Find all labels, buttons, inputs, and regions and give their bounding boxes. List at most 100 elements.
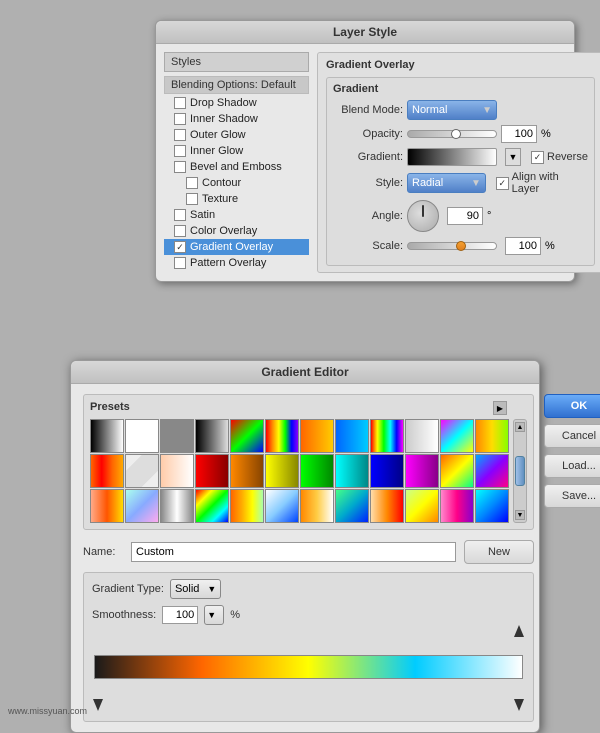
preset-item-14[interactable] <box>160 454 194 488</box>
preset-item-20[interactable] <box>370 454 404 488</box>
outer-glow-item[interactable]: Outer Glow <box>164 127 309 143</box>
ge-load-button[interactable]: Load... <box>544 454 600 478</box>
ge-new-button[interactable]: New <box>464 540 534 564</box>
preset-item-8[interactable] <box>370 419 404 453</box>
texture-item[interactable]: Texture <box>164 191 309 207</box>
preset-item-34[interactable] <box>440 489 474 523</box>
ge-expand-arrow[interactable]: ▶ <box>493 401 507 415</box>
ge-gradient-bar[interactable] <box>94 655 523 679</box>
preset-item-0[interactable] <box>90 419 124 453</box>
gradient-preview[interactable] <box>407 148 497 166</box>
color-overlay-item[interactable]: Color Overlay <box>164 223 309 239</box>
angle-label: Angle: <box>333 210 403 222</box>
preset-item-10[interactable] <box>440 419 474 453</box>
preset-item-3[interactable] <box>195 419 229 453</box>
ge-save-button[interactable]: Save... <box>544 484 600 508</box>
ge-scrollbar[interactable]: ▲ ▼ <box>513 419 527 523</box>
scroll-thumb[interactable] <box>515 456 525 486</box>
style-select[interactable]: Radial ▼ <box>407 173 486 193</box>
scale-thumb[interactable] <box>456 241 466 251</box>
preset-item-16[interactable] <box>230 454 264 488</box>
preset-item-21[interactable] <box>405 454 439 488</box>
preset-item-35[interactable] <box>475 489 509 523</box>
scroll-up-arrow[interactable]: ▲ <box>515 422 525 432</box>
inner-shadow-item[interactable]: Inner Shadow <box>164 111 309 127</box>
angle-dial[interactable] <box>407 200 439 232</box>
preset-item-13[interactable] <box>125 454 159 488</box>
texture-checkbox[interactable] <box>186 193 198 205</box>
inner-shadow-checkbox[interactable] <box>174 113 186 125</box>
scale-input[interactable] <box>505 237 541 255</box>
ge-smoothness-unit: % <box>230 609 240 621</box>
blending-options-item[interactable]: Blending Options: Default <box>164 76 309 94</box>
gradient-dropdown-arrow[interactable]: ▼ <box>505 148 521 166</box>
pattern-overlay-item[interactable]: Pattern Overlay <box>164 255 309 271</box>
opacity-thumb[interactable] <box>451 129 461 139</box>
satin-checkbox[interactable] <box>174 209 186 221</box>
preset-item-9[interactable] <box>405 419 439 453</box>
preset-item-2[interactable] <box>160 419 194 453</box>
preset-item-28[interactable] <box>230 489 264 523</box>
ge-type-select[interactable]: Solid ▼ <box>170 579 221 599</box>
color-overlay-checkbox[interactable] <box>174 225 186 237</box>
blend-mode-row: Blend Mode: Normal ▼ <box>333 100 588 120</box>
ge-stop-left[interactable] <box>93 699 103 711</box>
preset-item-19[interactable] <box>335 454 369 488</box>
opacity-input[interactable] <box>501 125 537 143</box>
satin-item[interactable]: Satin <box>164 207 309 223</box>
inner-glow-item[interactable]: Inner Glow <box>164 143 309 159</box>
preset-item-12[interactable] <box>90 454 124 488</box>
ge-stop-right[interactable] <box>514 699 524 711</box>
preset-item-25[interactable] <box>125 489 159 523</box>
align-layer-checkbox[interactable] <box>496 177 509 190</box>
preset-item-11[interactable] <box>475 419 509 453</box>
angle-input[interactable] <box>447 207 483 225</box>
bevel-emboss-item[interactable]: Bevel and Emboss <box>164 159 309 175</box>
ge-smoothness-select[interactable]: ▼ <box>204 605 224 625</box>
inner-glow-checkbox[interactable] <box>174 145 186 157</box>
preset-item-18[interactable] <box>300 454 334 488</box>
preset-item-4[interactable] <box>230 419 264 453</box>
preset-item-31[interactable] <box>335 489 369 523</box>
preset-item-29[interactable] <box>265 489 299 523</box>
preset-item-30[interactable] <box>300 489 334 523</box>
ge-cancel-button[interactable]: Cancel <box>544 424 600 448</box>
scroll-down-arrow[interactable]: ▼ <box>515 510 525 520</box>
preset-item-5[interactable] <box>265 419 299 453</box>
preset-item-33[interactable] <box>405 489 439 523</box>
preset-item-1[interactable] <box>125 419 159 453</box>
preset-item-23[interactable] <box>475 454 509 488</box>
preset-item-26[interactable] <box>160 489 194 523</box>
bevel-emboss-checkbox[interactable] <box>174 161 186 173</box>
ge-bottom-stops <box>94 681 523 697</box>
contour-item[interactable]: Contour <box>164 175 309 191</box>
opacity-slider[interactable] <box>407 130 497 138</box>
preset-item-27[interactable] <box>195 489 229 523</box>
ge-ok-button[interactable]: OK <box>544 394 600 418</box>
preset-item-22[interactable] <box>440 454 474 488</box>
outer-glow-checkbox[interactable] <box>174 129 186 141</box>
gradient-overlay-checkbox[interactable] <box>174 241 186 253</box>
contour-checkbox[interactable] <box>186 177 198 189</box>
ge-smoothness-input[interactable] <box>162 606 198 624</box>
ge-name-label: Name: <box>83 546 123 558</box>
preset-item-15[interactable] <box>195 454 229 488</box>
gradient-overlay-section: Gradient Overlay Gradient Blend Mode: No… <box>317 52 600 273</box>
preset-item-24[interactable] <box>90 489 124 523</box>
ge-top-stops <box>94 639 523 651</box>
scale-slider[interactable] <box>407 242 497 250</box>
drop-shadow-item[interactable]: Drop Shadow <box>164 95 309 111</box>
drop-shadow-checkbox[interactable] <box>174 97 186 109</box>
preset-item-7[interactable] <box>335 419 369 453</box>
blend-mode-select[interactable]: Normal ▼ <box>407 100 497 120</box>
ge-name-input[interactable] <box>131 542 456 562</box>
angle-row: Angle: ° <box>333 200 588 232</box>
preset-item-6[interactable] <box>300 419 334 453</box>
styles-label: Styles <box>164 52 309 72</box>
preset-item-17[interactable] <box>265 454 299 488</box>
preset-item-32[interactable] <box>370 489 404 523</box>
pattern-overlay-checkbox[interactable] <box>174 257 186 269</box>
reverse-checkbox[interactable] <box>531 151 544 164</box>
gradient-overlay-item[interactable]: Gradient Overlay <box>164 239 309 255</box>
ge-top-stop-right[interactable] <box>514 625 524 637</box>
